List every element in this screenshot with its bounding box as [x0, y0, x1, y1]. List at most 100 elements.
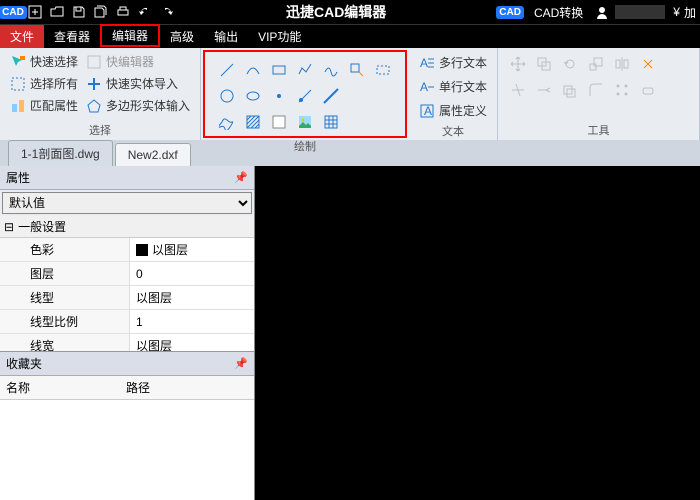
ribbon-group-text: A多行文本 A单行文本 A属性定义 文本 [409, 48, 498, 140]
draw-point-button[interactable] [267, 84, 291, 108]
attr-def-button[interactable]: A属性定义 [417, 100, 489, 121]
open-icon[interactable] [48, 3, 66, 21]
singleline-text-button[interactable]: A单行文本 [417, 76, 489, 97]
ribbon-group-tools: 工具 [498, 48, 700, 140]
menu-viewer[interactable]: 查看器 [44, 25, 100, 48]
pin-icon[interactable]: 📌 [234, 357, 248, 370]
tool-trim-button[interactable] [506, 78, 530, 102]
undo-icon[interactable] [136, 3, 154, 21]
drawing-canvas[interactable] [255, 166, 700, 500]
svg-text:A: A [424, 104, 432, 118]
ribbon-draw-label: 绘制 [213, 136, 397, 154]
tool-mirror-button[interactable] [610, 52, 634, 76]
ribbon-select-label: 选择 [8, 120, 192, 138]
tab-doc1[interactable]: 1-1剖面图.dwg [8, 140, 113, 166]
draw-xline-button[interactable] [319, 84, 343, 108]
quick-editor-icon [86, 54, 102, 70]
draw-revcloud-button[interactable] [215, 110, 239, 134]
draw-arc-button[interactable] [241, 58, 265, 82]
tool-explode-button[interactable] [636, 52, 660, 76]
color-swatch-icon [136, 244, 148, 256]
properties-panel-header: 属性 📌 [0, 166, 254, 190]
draw-rect-button[interactable] [267, 58, 291, 82]
title-bar: CAD 迅捷CAD编辑器 CAD CAD转换 ¥ 加 [0, 0, 700, 24]
ribbon-text-label: 文本 [417, 121, 489, 139]
redo-icon[interactable] [158, 3, 176, 21]
svg-text:A: A [420, 56, 428, 70]
currency-label[interactable]: 加 [684, 4, 696, 21]
draw-hatch-button[interactable] [241, 110, 265, 134]
favorites-columns: 名称 路径 [0, 376, 254, 400]
default-select[interactable]: 默认值 [3, 193, 251, 213]
save-icon[interactable] [70, 3, 88, 21]
menu-editor[interactable]: 编辑器 [100, 24, 160, 47]
menu-vip[interactable]: VIP功能 [248, 25, 311, 48]
draw-ellipse-button[interactable] [241, 84, 265, 108]
general-section-header[interactable]: ⊟ 一般设置 [0, 216, 254, 238]
mtext-icon: A [419, 55, 435, 71]
draw-polyline-button[interactable] [293, 58, 317, 82]
ribbon: 快速选择 选择所有 匹配属性 快编辑器 快速实体导入 多边形实体输入 选择 [0, 48, 700, 140]
prop-row-lineweight[interactable]: 线宽以图层 [0, 334, 254, 351]
draw-image-button[interactable] [293, 110, 317, 134]
prop-row-color[interactable]: 色彩以图层 [0, 238, 254, 262]
draw-line-button[interactable] [215, 58, 239, 82]
match-props-button[interactable]: 匹配属性 [8, 96, 80, 115]
draw-circle-button[interactable] [215, 84, 239, 108]
favorites-header: 收藏夹 📌 [0, 352, 254, 376]
draw-table-button[interactable] [319, 110, 343, 134]
draw-cloud-button[interactable] [371, 58, 395, 82]
tool-copy-button[interactable] [532, 52, 556, 76]
fav-col-path[interactable]: 路径 [120, 376, 156, 399]
fav-col-name[interactable]: 名称 [0, 376, 120, 399]
properties-table: ⊟ 一般设置 色彩以图层 图层0 线型以图层 线型比例1 线宽以图层 [0, 216, 254, 351]
svg-text:A: A [420, 80, 428, 94]
multiline-text-button[interactable]: A多行文本 [417, 52, 489, 73]
pin-icon[interactable]: 📌 [234, 171, 248, 184]
draw-ray-button[interactable] [293, 84, 317, 108]
quick-select-button[interactable]: 快速选择 [8, 52, 80, 71]
menu-bar: 文件 查看器 编辑器 高级 输出 VIP功能 [0, 24, 700, 48]
quick-entity-import-button[interactable]: 快速实体导入 [84, 74, 192, 93]
favorites-title: 收藏夹 [6, 355, 42, 372]
tool-array-button[interactable] [610, 78, 634, 102]
quick-editor-button[interactable]: 快编辑器 [84, 52, 192, 71]
polygon-icon [86, 98, 102, 114]
prop-row-layer[interactable]: 图层0 [0, 262, 254, 286]
draw-spline-button[interactable] [319, 58, 343, 82]
match-props-icon [10, 98, 26, 114]
tool-scale-button[interactable] [584, 52, 608, 76]
select-all-button[interactable]: 选择所有 [8, 74, 80, 93]
polygon-entity-input-button[interactable]: 多边形实体输入 [84, 96, 192, 115]
prop-row-ltscale[interactable]: 线型比例1 [0, 310, 254, 334]
tool-erase-button[interactable] [636, 78, 660, 102]
save-all-icon[interactable] [92, 3, 110, 21]
tool-offset-button[interactable] [558, 78, 582, 102]
favorites-body [0, 400, 254, 500]
ribbon-tools-label: 工具 [506, 120, 691, 138]
text-icon: A [419, 79, 435, 95]
menu-file[interactable]: 文件 [0, 25, 44, 48]
draw-boundary-button[interactable] [267, 110, 291, 134]
cad-badge-icon: CAD [496, 6, 524, 19]
tool-move-button[interactable] [506, 52, 530, 76]
app-logo-icon: CAD [4, 3, 22, 21]
plus-icon [86, 76, 102, 92]
draw-block-insert-button[interactable] [345, 58, 369, 82]
menu-advanced[interactable]: 高级 [160, 25, 204, 48]
tool-fillet-button[interactable] [584, 78, 608, 102]
tool-extend-button[interactable] [532, 78, 556, 102]
print-icon[interactable] [114, 3, 132, 21]
user-area[interactable] [615, 5, 665, 19]
app-title: 迅捷CAD编辑器 [180, 2, 492, 22]
default-dropdown[interactable]: 默认值 [2, 192, 252, 214]
tab-doc2[interactable]: New2.dxf [115, 143, 191, 166]
cursor-flag-icon [10, 54, 26, 70]
properties-title: 属性 [6, 169, 30, 186]
new-icon[interactable] [26, 3, 44, 21]
user-icon[interactable] [593, 3, 611, 21]
cad-convert-label[interactable]: CAD转换 [534, 4, 583, 21]
menu-output[interactable]: 输出 [204, 25, 248, 48]
prop-row-linetype[interactable]: 线型以图层 [0, 286, 254, 310]
tool-rotate-button[interactable] [558, 52, 582, 76]
